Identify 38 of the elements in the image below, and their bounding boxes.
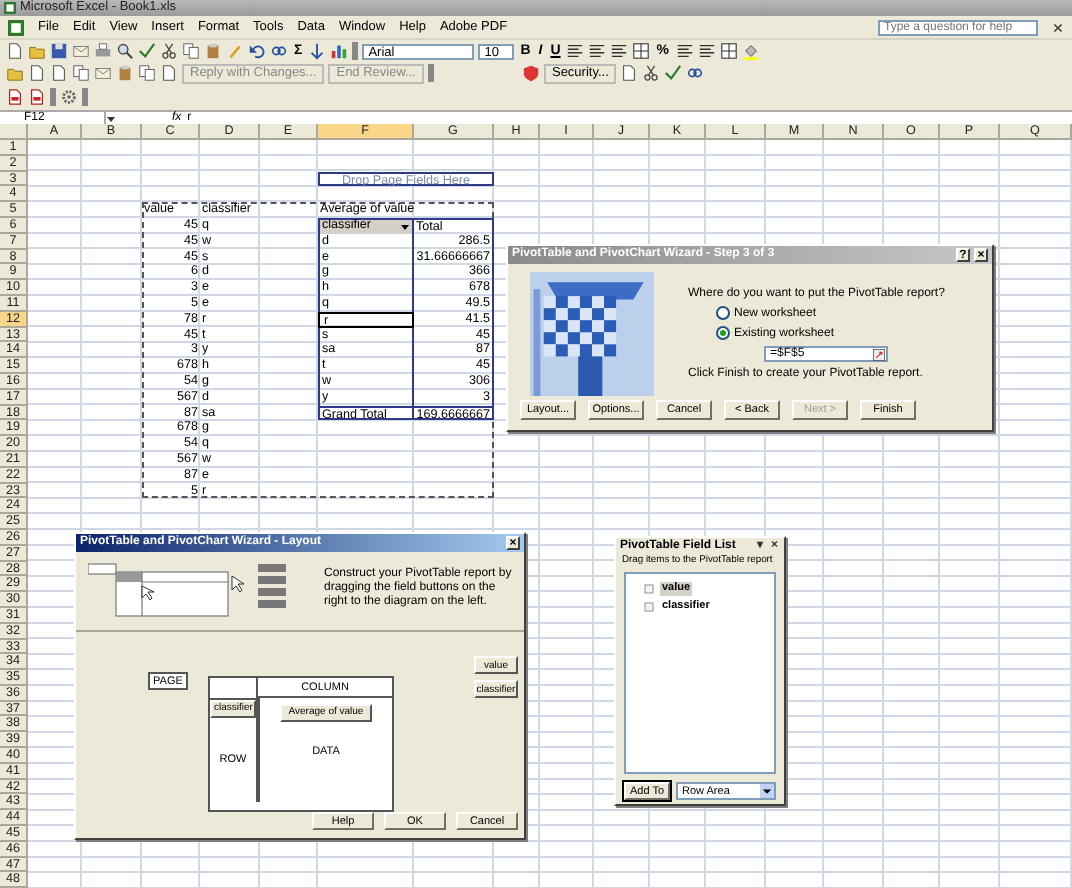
clipboard-icon[interactable] [204, 42, 222, 60]
envelope-icon[interactable] [72, 42, 90, 60]
copy-icon[interactable] [138, 64, 156, 82]
range-picker-icon[interactable] [872, 347, 886, 361]
link-icon[interactable] [686, 64, 705, 82]
chart-icon[interactable] [330, 42, 349, 60]
printer-icon[interactable] [94, 42, 112, 60]
radio-button[interactable] [716, 326, 730, 340]
scissors-icon[interactable] [160, 42, 178, 60]
close-icon[interactable] [1052, 21, 1064, 33]
text-lines-icon[interactable] [697, 42, 716, 60]
page-icon[interactable] [620, 64, 639, 82]
pdf-page-icon[interactable] [6, 88, 24, 106]
shield-icon[interactable] [521, 64, 540, 82]
grid-icon[interactable] [719, 42, 738, 60]
clipboard-icon[interactable] [116, 64, 134, 82]
magnifier-icon[interactable] [116, 42, 134, 60]
link-icon[interactable] [270, 42, 288, 60]
text-lines-icon[interactable] [675, 42, 694, 60]
paint-bucket-icon[interactable] [741, 42, 760, 60]
scissors-icon[interactable] [642, 64, 661, 82]
dropdown-arrow-icon[interactable] [400, 221, 410, 232]
curved-arrow-icon[interactable] [248, 42, 266, 60]
dropdown-arrow-icon[interactable] [106, 113, 116, 123]
down-arrow-icon[interactable] [308, 42, 327, 60]
check-icon[interactable] [664, 64, 683, 82]
copy-icon[interactable] [182, 42, 200, 60]
check-icon[interactable] [138, 42, 156, 60]
copy-icon[interactable] [72, 64, 90, 82]
text-lines-icon[interactable] [588, 42, 607, 60]
grid-icon[interactable] [632, 42, 651, 60]
page-icon[interactable] [160, 64, 178, 82]
radio-button[interactable] [716, 306, 730, 320]
dropdown-arrow-icon[interactable] [760, 784, 774, 798]
text-lines-icon[interactable] [610, 42, 629, 60]
envelope-icon[interactable] [94, 64, 112, 82]
text-lines-icon[interactable] [566, 42, 585, 60]
pdf-page-icon[interactable] [28, 88, 46, 106]
